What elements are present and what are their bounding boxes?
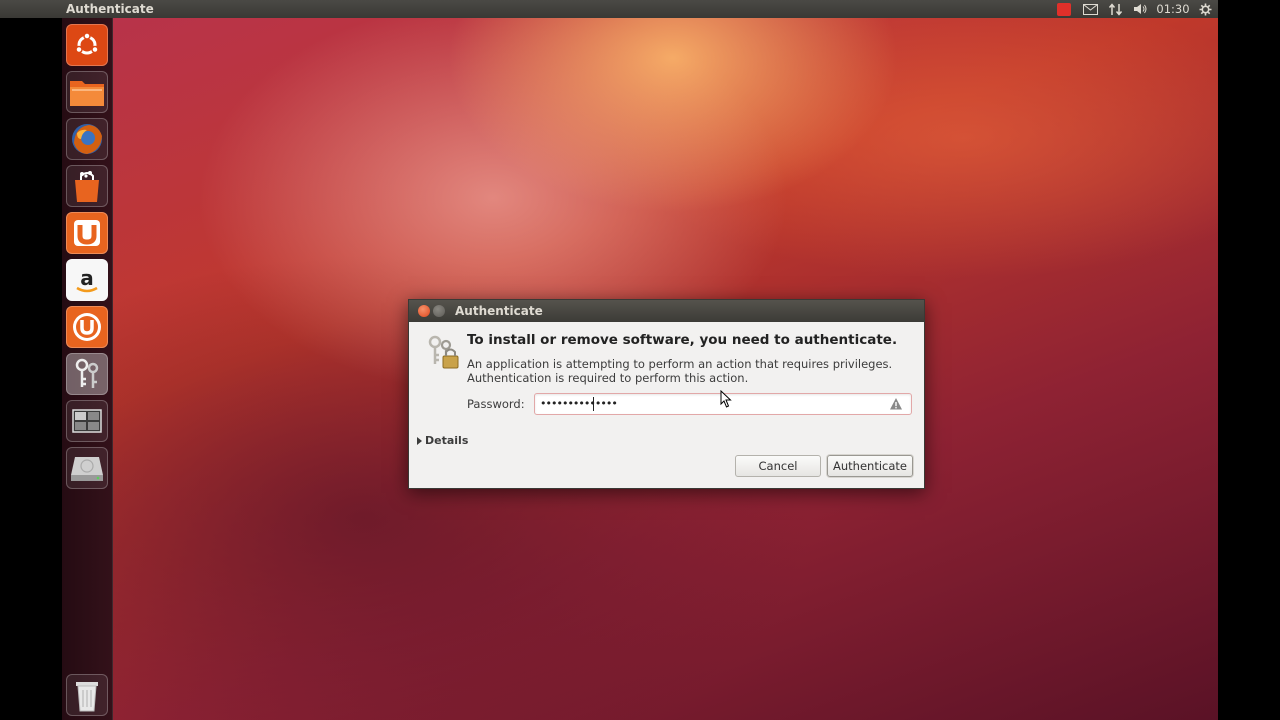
sound-indicator[interactable] <box>1131 0 1149 18</box>
active-window-title: Authenticate <box>66 2 154 16</box>
minimize-icon[interactable] <box>433 305 445 317</box>
ubuntu-one-icon <box>74 220 100 246</box>
hard-drive-icon <box>71 457 103 481</box>
mail-icon <box>1082 3 1098 15</box>
top-panel: Authenticate 01:30 <box>0 0 1218 18</box>
firefox-icon <box>72 124 102 154</box>
cancel-button[interactable]: Cancel <box>735 455 821 477</box>
details-label: Details <box>425 434 469 447</box>
dialog-heading: To install or remove software, you need … <box>467 332 898 348</box>
launcher-ubuntu-one[interactable] <box>66 212 108 254</box>
record-icon <box>1057 2 1071 16</box>
password-label: Password: <box>467 397 525 411</box>
launcher-files[interactable] <box>66 71 108 113</box>
launcher-amazon[interactable]: a <box>66 259 108 301</box>
expander-arrow-icon <box>417 436 422 445</box>
network-icon <box>1108 2 1122 16</box>
dialog-title: Authenticate <box>455 304 543 318</box>
dialog-description: An application is attempting to perform … <box>467 357 893 371</box>
ubuntu-one-music-icon <box>73 313 101 341</box>
authenticate-dialog: Authenticate To install or remove softwa… <box>408 299 925 489</box>
letterbox-right <box>1218 0 1280 720</box>
launcher-disk-drive[interactable] <box>66 447 108 489</box>
volume-icon <box>1133 4 1146 14</box>
launcher-dash-home[interactable] <box>66 24 108 66</box>
details-expander[interactable]: Details <box>417 434 468 447</box>
gear-icon <box>1199 3 1211 15</box>
launcher-workspace-switcher[interactable] <box>66 400 108 442</box>
password-value: •••••••••••••• <box>540 397 618 410</box>
launcher-firefox[interactable] <box>66 118 108 160</box>
launcher: a <box>62 18 113 720</box>
record-indicator[interactable] <box>1056 0 1072 18</box>
launcher-ubuntu-one-music[interactable] <box>66 306 108 348</box>
launcher-trash[interactable] <box>66 674 108 716</box>
warning-icon <box>890 398 902 410</box>
launcher-software-center[interactable] <box>66 165 108 207</box>
ubuntu-logo-icon <box>75 32 99 55</box>
session-menu[interactable] <box>1196 0 1214 18</box>
shopping-bag-icon <box>75 171 99 202</box>
network-indicator[interactable] <box>1107 0 1123 18</box>
dialog-titlebar[interactable]: Authenticate <box>409 300 924 322</box>
letterbox-left <box>0 0 62 720</box>
messaging-indicator[interactable] <box>1081 0 1099 18</box>
svg-text:a: a <box>80 266 94 290</box>
clock[interactable]: 01:30 <box>1155 0 1191 18</box>
authenticate-button[interactable]: Authenticate <box>827 455 913 477</box>
close-icon[interactable] <box>418 305 430 317</box>
mouse-pointer-icon <box>720 390 732 408</box>
launcher-system-settings[interactable] <box>66 353 108 395</box>
authentication-keys-icon <box>428 335 459 369</box>
text-caret <box>593 397 594 411</box>
workspaces-icon <box>72 409 102 433</box>
folder-icon <box>70 81 104 106</box>
amazon-icon: a <box>76 266 98 293</box>
dialog-description-line-2: Authentication is required to perform th… <box>467 371 749 385</box>
keys-icon <box>75 358 99 388</box>
screen: Authenticate 01:30 a Authenticate To ins… <box>0 0 1280 720</box>
trash-icon <box>76 682 98 712</box>
